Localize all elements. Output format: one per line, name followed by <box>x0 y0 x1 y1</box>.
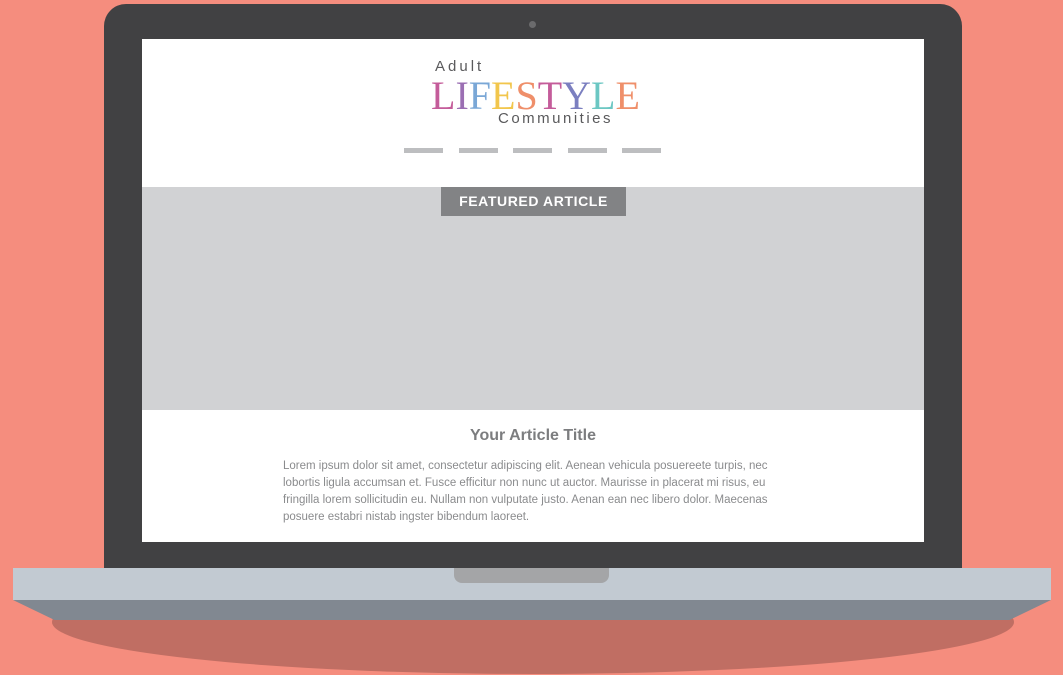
main-navigation <box>404 148 662 153</box>
featured-image-placeholder[interactable]: FEATURED ARTICLE <box>142 187 924 410</box>
site-logo[interactable]: Adult LIFESTYLE Communities <box>142 39 924 139</box>
logo-letter: E <box>615 73 640 118</box>
nav-item-4[interactable] <box>567 148 607 153</box>
featured-article-badge: FEATURED ARTICLE <box>441 187 626 216</box>
laptop-base-edge <box>13 600 1051 620</box>
webcam-icon <box>529 21 536 28</box>
logo-bottom-word: Communities <box>498 110 614 127</box>
nav-item-1[interactable] <box>404 148 443 153</box>
logo-letter: I <box>455 73 469 118</box>
article-body: Lorem ipsum dolor sit amet, consectetur … <box>283 460 768 523</box>
nav-item-5[interactable] <box>622 148 661 153</box>
nav-item-3[interactable] <box>513 148 552 153</box>
logo-letter: F <box>468 73 492 118</box>
nav-item-2[interactable] <box>458 148 498 153</box>
logo-letter: L <box>431 73 456 118</box>
article-title[interactable]: Your Article Title <box>142 427 924 445</box>
laptop-screen: Adult LIFESTYLE Communities FEATURED ART… <box>142 39 924 542</box>
laptop-opening-notch <box>454 568 609 583</box>
